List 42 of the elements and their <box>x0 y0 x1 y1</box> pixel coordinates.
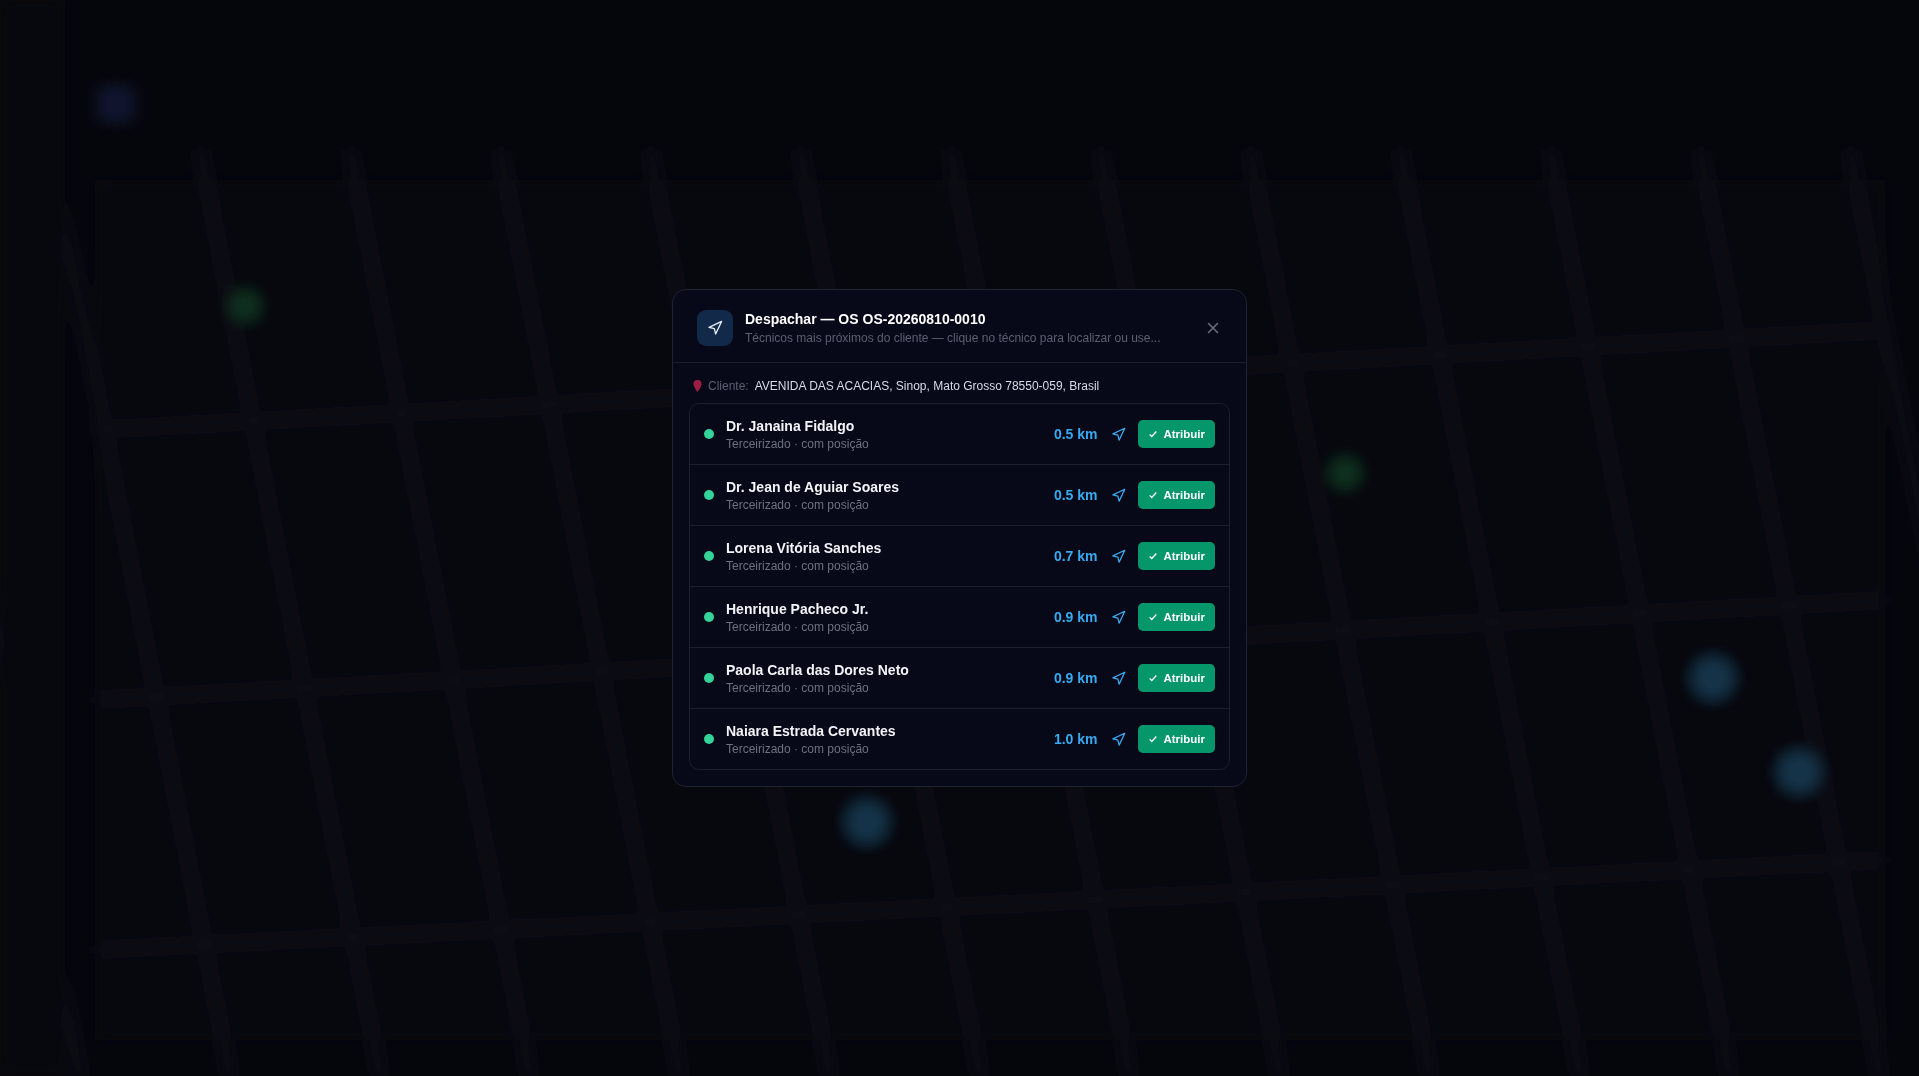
assign-button[interactable]: Atribuir <box>1138 664 1215 692</box>
check-icon <box>1148 429 1159 439</box>
technician-name[interactable]: Naiara Estrada Cervantes <box>726 722 1054 739</box>
technician-name[interactable]: Paola Carla das Dores Neto <box>726 661 1054 678</box>
navigation-icon <box>697 310 733 346</box>
locate-button[interactable] <box>1111 548 1127 564</box>
distance: 0.7 km <box>1053 548 1098 564</box>
check-icon <box>1148 551 1159 561</box>
check-icon <box>1148 673 1159 683</box>
assign-button[interactable]: Atribuir <box>1138 725 1215 753</box>
locate-button[interactable] <box>1111 731 1127 747</box>
technician-detail: Terceirizado · com posição <box>726 497 870 512</box>
technician-name[interactable]: Dr. Janaina Fidalgo <box>726 417 1054 434</box>
dialog-subtitle: Técnicos mais próximos do cliente — clique no técnico para localizar ou use... <box>745 331 1162 345</box>
assign-button[interactable]: Atribuir <box>1138 481 1215 509</box>
client-label: Cliente: <box>708 379 749 393</box>
check-icon <box>1148 612 1159 622</box>
technician-name[interactable]: Lorena Vitória Sanches <box>726 539 1054 556</box>
technician-name[interactable]: Dr. Jean de Aguiar Soares <box>726 478 1054 495</box>
check-icon <box>1148 490 1159 500</box>
technician-detail: Terceirizado · com posição <box>726 558 870 573</box>
locate-button[interactable] <box>1111 609 1127 625</box>
dialog-title: Despachar — OS OS-20260810-0010 <box>745 311 987 327</box>
distance: 0.5 km <box>1053 487 1098 503</box>
assign-button[interactable]: Atribuir <box>1138 603 1215 631</box>
technician-detail: Terceirizado · com posição <box>726 436 870 451</box>
distance: 1.0 km <box>1053 731 1098 747</box>
technician-detail: Terceirizado · com posição <box>726 680 870 695</box>
distance: 0.9 km <box>1053 670 1098 686</box>
locate-button[interactable] <box>1111 426 1127 442</box>
locate-button[interactable] <box>1111 487 1127 503</box>
assign-button[interactable]: Atribuir <box>1138 542 1215 570</box>
locate-button[interactable] <box>1111 670 1127 686</box>
assign-button[interactable]: Atribuir <box>1138 420 1215 448</box>
technician-detail: Terceirizado · com posição <box>726 741 870 756</box>
technician-detail: Terceirizado · com posição <box>726 619 870 634</box>
distance: 0.9 km <box>1053 609 1098 625</box>
check-icon <box>1148 734 1159 744</box>
technician-name[interactable]: Henrique Pacheco Jr. <box>726 600 1054 617</box>
distance: 0.5 km <box>1053 426 1098 442</box>
pin-icon <box>693 380 702 392</box>
client-address: AVENIDA DAS ACACIAS, Sinop, Mato Grosso 78550-059, Brasil <box>754 379 1100 393</box>
